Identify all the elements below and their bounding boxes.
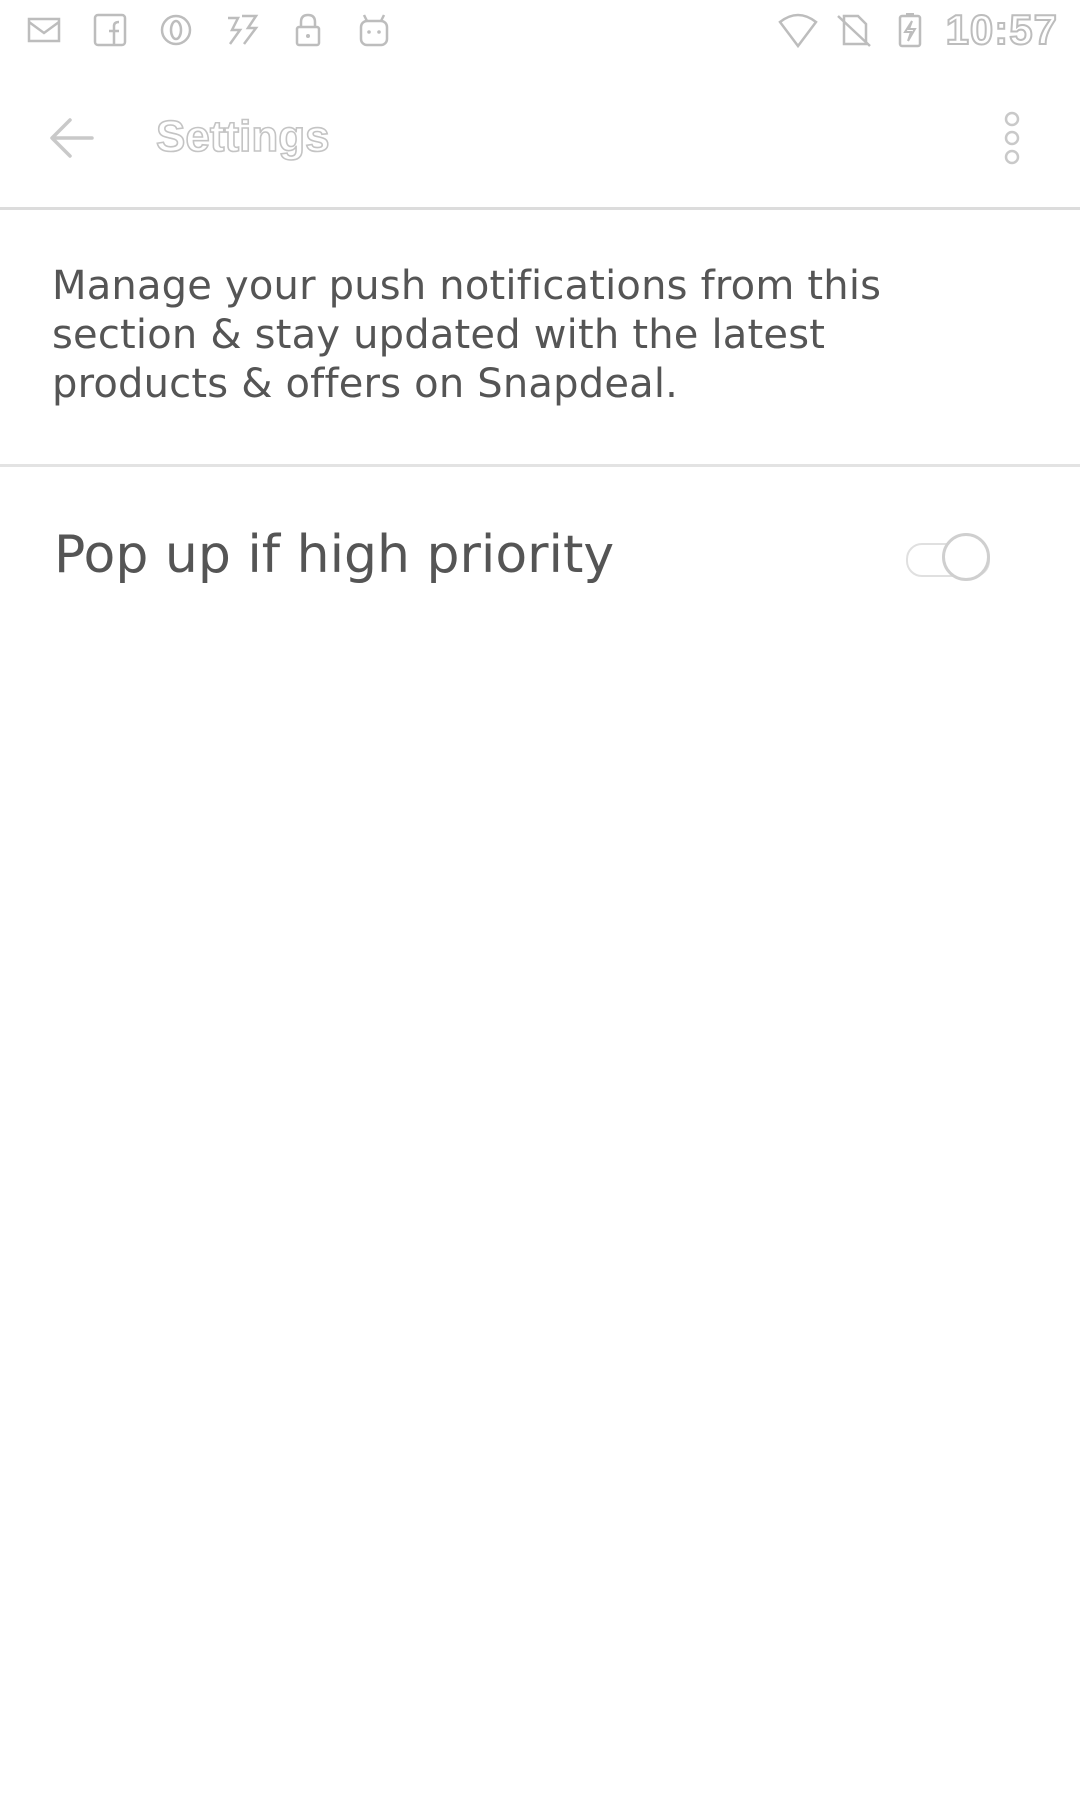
lock-icon [288,10,328,50]
arrow-left-icon [50,118,94,158]
battery-charging-icon [890,10,930,50]
facebook-icon [90,10,130,50]
wifi-icon [777,10,818,50]
popup-priority-toggle[interactable] [906,529,994,585]
no-sim-icon [834,10,874,50]
setting-row-popup-high-priority[interactable]: Pop up if high priority [0,467,1080,647]
android-icon [354,10,394,50]
status-bar: 10:57 [0,0,1080,60]
opera-icon [156,10,196,50]
more-vert-icon [1004,111,1020,165]
app-bar: Settings [0,60,1080,210]
system-icons: 10:57 [777,5,1058,54]
status-time: 10:57 [945,5,1058,54]
notification-icons [24,8,394,52]
setting-label: Pop up if high priority [54,525,615,585]
back-button[interactable] [44,110,100,166]
more-options-button[interactable] [1000,110,1024,166]
notification-description: Manage your push notifications from this… [52,263,882,407]
game-icon [222,10,262,50]
page-title: Settings [155,111,330,162]
toggle-thumb [942,533,990,581]
mail-icon [24,10,64,50]
